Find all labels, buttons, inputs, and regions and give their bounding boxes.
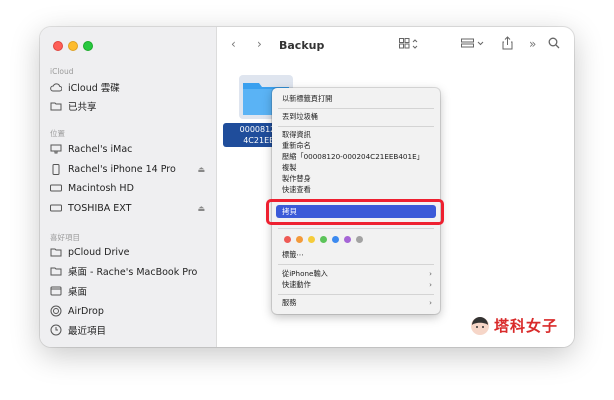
brand-text: 塔科女子 (494, 317, 559, 335)
sidebar-item-label: Rachel's iMac (68, 143, 133, 155)
sidebar-item-label: 桌面 (68, 287, 88, 298)
brand-watermark: 塔科女子 (470, 315, 558, 336)
clock-icon (50, 324, 62, 336)
sidebar-item-label: AirDrop (68, 305, 104, 317)
menu-item-compress[interactable]: 壓縮「00008120-000204C21EEB401E」 (282, 152, 432, 162)
tag-gray-icon[interactable] (356, 236, 363, 243)
chevron-right-icon: › (429, 269, 432, 278)
tag-yellow-icon[interactable] (308, 236, 315, 243)
sidebar-item-label: Macintosh HD (68, 182, 134, 194)
eject-icon[interactable]: ⏏ (197, 204, 205, 213)
chevron-right-icon: › (429, 298, 432, 307)
chevron-right-icon: › (429, 280, 432, 289)
search-icon[interactable] (548, 37, 560, 52)
menu-item-quick-actions[interactable]: 快速動作 › (282, 280, 432, 290)
menu-item-rename[interactable]: 重新命名 (282, 141, 432, 151)
sidebar-item-desktop-macbook[interactable]: 桌面 - Rache's MacBook Pro (50, 262, 210, 280)
back-icon[interactable]: ‹ (231, 37, 236, 51)
tag-orange-icon[interactable] (296, 236, 303, 243)
highlight-box (266, 199, 444, 225)
menu-item-open-new-tab[interactable]: 以新標籤頁打開 (282, 94, 432, 104)
close-button[interactable] (53, 41, 63, 51)
window-title: Backup (279, 39, 325, 52)
group-icon[interactable] (461, 38, 485, 53)
zoom-button[interactable] (83, 41, 93, 51)
sidebar-item-pcloud[interactable]: pCloud Drive (50, 243, 210, 261)
disk-icon (50, 182, 62, 194)
menu-item-quick-look[interactable]: 快速查看 (282, 185, 432, 195)
menu-item-import-iphone[interactable]: 從iPhone輸入 › (282, 269, 432, 279)
folder-icon (50, 265, 62, 277)
folder-icon (50, 246, 62, 258)
section-label-icloud: iCloud (50, 67, 74, 76)
sidebar-item-desktop[interactable]: 桌面 (50, 282, 210, 300)
imac-icon (50, 143, 62, 155)
desktop-icon (50, 285, 62, 297)
menu-item-services[interactable]: 服務 › (282, 298, 432, 308)
toolbar: ‹ › Backup » (217, 27, 574, 65)
sidebar-item-airdrop[interactable]: AirDrop (50, 302, 210, 320)
sidebar-item-label: pCloud Drive (68, 246, 130, 258)
sidebar-item-iphone[interactable]: Rachel's iPhone 14 Pro ⏏ (50, 160, 210, 178)
section-label-locations: 位置 (50, 129, 65, 138)
minimize-button[interactable] (68, 41, 78, 51)
sidebar-item-recents[interactable]: 最近項目 (50, 321, 210, 339)
view-mode-icon[interactable] (399, 38, 419, 53)
airdrop-icon (50, 305, 62, 317)
sidebar-item-label: 已共享 (68, 102, 97, 113)
tag-green-icon[interactable] (320, 236, 327, 243)
menu-item-make-alias[interactable]: 製作替身 (282, 174, 432, 184)
shared-folder-icon (50, 100, 62, 112)
menu-item-trash[interactable]: 丟到垃圾桶 (282, 112, 432, 122)
sidebar-item-label: 最近項目 (68, 326, 107, 337)
share-icon[interactable] (502, 36, 513, 53)
sidebar: iCloud iCloud 雲碟 已共享 位置 Rachel's iMac Ra… (40, 27, 217, 347)
sidebar-item-label: iCloud 雲碟 (68, 83, 120, 94)
sidebar-item-label: 桌面 - Rache's MacBook Pro (68, 267, 198, 278)
menu-item-tags[interactable]: 標籤⋯ (282, 250, 432, 260)
sidebar-item-imac[interactable]: Rachel's iMac (50, 140, 210, 158)
sidebar-item-icloud-drive[interactable]: iCloud 雲碟 (50, 78, 210, 96)
cloud-icon (50, 81, 62, 93)
tag-red-icon[interactable] (284, 236, 291, 243)
tag-purple-icon[interactable] (344, 236, 351, 243)
sidebar-item-macintosh-hd[interactable]: Macintosh HD (50, 179, 210, 197)
tag-blue-icon[interactable] (332, 236, 339, 243)
iphone-icon (50, 163, 62, 175)
menu-item-get-info[interactable]: 取得資訊 (282, 130, 432, 140)
sidebar-item-label: Rachel's iPhone 14 Pro (68, 163, 176, 175)
sidebar-item-toshiba[interactable]: TOSHIBA EXT ⏏ (50, 199, 210, 217)
sidebar-item-shared[interactable]: 已共享 (50, 97, 210, 115)
more-icon[interactable]: » (529, 37, 536, 51)
menu-item-duplicate[interactable]: 複製 (282, 163, 432, 173)
section-label-favorites: 喜好項目 (50, 233, 80, 242)
sidebar-item-label: TOSHIBA EXT (68, 202, 132, 214)
brand-avatar-icon (471, 316, 489, 335)
eject-icon[interactable]: ⏏ (197, 165, 205, 174)
forward-icon[interactable]: › (257, 37, 262, 51)
disk-icon (50, 202, 62, 214)
